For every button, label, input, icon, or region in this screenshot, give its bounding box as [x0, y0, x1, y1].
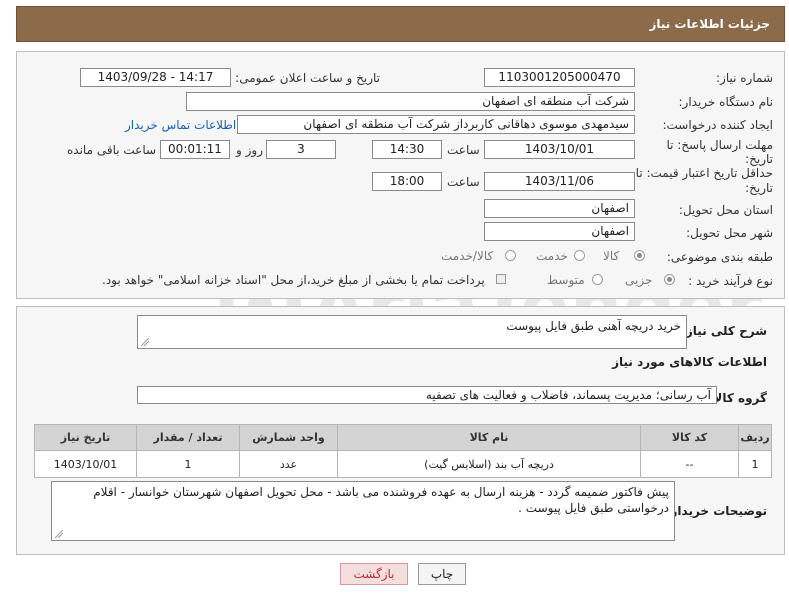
cell-goods-code: -- — [640, 450, 739, 478]
buyer-org-field: شرکت آب منطقه ای اصفهان — [186, 92, 635, 111]
remaining-time-field: 00:01:11 — [160, 140, 230, 159]
days-label: روز و — [236, 143, 263, 157]
need-number-field: 1103001205000470 — [484, 68, 635, 87]
category-radio-goods[interactable] — [634, 250, 645, 261]
page-title: جزئیات اطلاعات نیاز — [649, 17, 770, 31]
col-unit: واحد شمارش — [239, 424, 338, 451]
days-field: 3 — [266, 140, 336, 159]
province-label: استان محل تحویل: — [678, 203, 773, 217]
buyer-org-label: نام دستگاه خریدار: — [678, 95, 774, 109]
announce-datetime-field: 1403/09/28 - 14:17 — [80, 68, 231, 87]
category-radio-service[interactable] — [574, 250, 585, 261]
purchase-option-minor: جزیی — [625, 273, 653, 287]
description-text: خرید دریچه آهنی طبق فایل پیوست — [506, 319, 681, 333]
category-option-service: خدمت — [536, 249, 568, 263]
treasury-bonds-checkbox[interactable] — [496, 274, 506, 284]
category-label: طبقه بندی موضوعی: — [666, 250, 773, 264]
category-option-goods: کالا — [603, 249, 620, 263]
need-number-label: شماره نیاز: — [716, 71, 773, 85]
price-validity-time-field: 18:00 — [372, 172, 442, 191]
description-textarea[interactable]: خرید دریچه آهنی طبق فایل پیوست — [137, 315, 687, 349]
description-label: شرح کلی نیاز: — [681, 324, 767, 338]
goods-info-title: اطلاعات کالاهای مورد نیاز — [612, 355, 767, 369]
province-field: اصفهان — [484, 199, 635, 218]
goods-table: ردیف کد کالا نام کالا واحد شمارش تعداد /… — [34, 424, 772, 478]
col-goods-code: کد کالا — [640, 424, 739, 451]
response-time-label: ساعت — [447, 143, 480, 157]
announce-datetime-label: تاریخ و ساعت اعلان عمومی: — [235, 71, 380, 85]
back-button[interactable]: بازگشت — [340, 563, 408, 585]
purchase-radio-minor[interactable] — [664, 274, 675, 285]
price-validity-date-field: 1403/11/06 — [484, 172, 635, 191]
requester-label: ایجاد کننده درخواست: — [662, 118, 773, 132]
buyer-contact-link[interactable]: اطلاعات تماس خریدار — [125, 118, 236, 132]
buyer-notes-label: توضیحات خریدار: — [665, 504, 767, 518]
response-date-field: 1403/10/01 — [484, 140, 635, 159]
price-validity-label: حداقل تاریخ اعتبار قیمت: تا — [635, 166, 773, 180]
col-goods-name: نام کالا — [337, 424, 641, 451]
resize-grip-icon — [55, 530, 63, 538]
col-need-date: تاریخ نیاز — [34, 424, 137, 451]
price-validity-label-2: تاریخ: — [745, 181, 773, 195]
purchase-option-medium: متوسط — [547, 273, 585, 287]
cell-quantity: 1 — [136, 450, 240, 478]
response-deadline-label-2: تاریخ: — [745, 152, 773, 166]
print-button[interactable]: چاپ — [418, 563, 466, 585]
col-quantity: تعداد / مقدار — [136, 424, 240, 451]
table-row[interactable]: 1 -- دریچه آب بند (اسلایس گیت) عدد 1 140… — [34, 450, 772, 478]
treasury-bonds-label: پرداخت تمام یا بخشی از مبلغ خرید،از محل … — [102, 273, 485, 287]
table-header-row: ردیف کد کالا نام کالا واحد شمارش تعداد /… — [34, 424, 772, 451]
response-time-field: 14:30 — [372, 140, 442, 159]
city-label: شهر محل تحویل: — [686, 226, 773, 240]
purchase-type-label: نوع فرآیند خرید : — [688, 274, 773, 288]
page-header: جزئیات اطلاعات نیاز — [16, 6, 785, 42]
city-field: اصفهان — [484, 222, 635, 241]
buyer-notes-text: پیش فاکتور ضمیمه گردد - هزینه ارسال به ع… — [93, 485, 669, 515]
remaining-time-label: ساعت باقی مانده — [67, 143, 157, 157]
buyer-notes-textarea[interactable]: پیش فاکتور ضمیمه گردد - هزینه ارسال به ع… — [51, 481, 675, 541]
goods-group-label: گروه کالا: — [708, 391, 767, 405]
resize-grip-icon — [141, 338, 149, 346]
purchase-radio-medium[interactable] — [592, 274, 603, 285]
cell-need-date: 1403/10/01 — [34, 450, 137, 478]
price-validity-time-label: ساعت — [447, 175, 480, 189]
requester-field: سیدمهدی موسوی دهاقانی کاربرداز شرکت آب م… — [237, 115, 635, 134]
category-radio-goods-service[interactable] — [505, 250, 516, 261]
cell-unit: عدد — [239, 450, 338, 478]
response-deadline-label: مهلت ارسال پاسخ: تا — [666, 138, 773, 152]
cell-goods-name: دریچه آب بند (اسلایس گیت) — [337, 450, 641, 478]
cell-row-number: 1 — [738, 450, 772, 478]
goods-group-field: آب رسانی؛ مدیریت پسماند، فاضلاب و فعالیت… — [137, 386, 717, 404]
category-option-goods-service: کالا/خدمت — [441, 249, 494, 263]
col-row-number: ردیف — [738, 424, 772, 451]
